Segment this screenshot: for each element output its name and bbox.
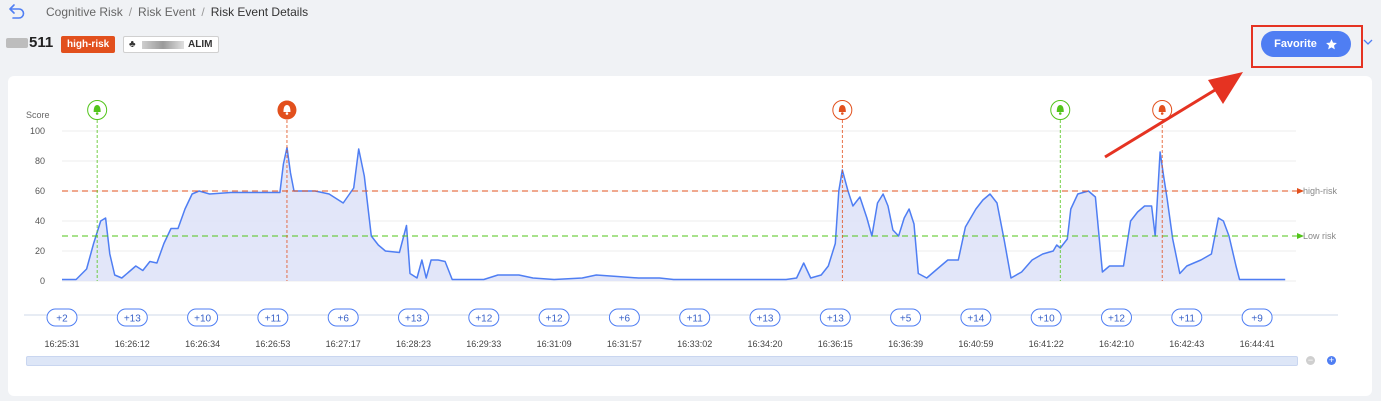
x-tick-label: 16:31:57 — [607, 339, 642, 349]
breadcrumb-item-risk-event[interactable]: Risk Event — [138, 5, 195, 19]
timeline-scrollbar[interactable] — [26, 356, 1298, 366]
user-group-icon: ♣ — [129, 39, 136, 50]
event-count-label: +5 — [900, 314, 912, 325]
annotation-arrow — [1104, 72, 1243, 159]
y-tick-label: 40 — [35, 216, 45, 226]
x-tick-label: 16:29:33 — [466, 339, 501, 349]
breadcrumb-separator: / — [201, 5, 205, 19]
event-count-label: +13 — [757, 314, 774, 325]
risk-level-badge: high-risk — [61, 36, 116, 53]
favorite-label: Favorite — [1274, 38, 1317, 50]
y-tick-label: 60 — [35, 186, 45, 196]
x-tick-label: 16:26:53 — [255, 339, 290, 349]
x-tick-label: 16:26:34 — [185, 339, 220, 349]
bell-clapper — [95, 112, 99, 115]
event-count-label: +12 — [1108, 314, 1125, 325]
star-icon — [1325, 38, 1337, 49]
event-count-label: +10 — [1038, 314, 1055, 325]
user-tag[interactable]: ♣ ALIM — [123, 36, 219, 53]
y-tick-label: 100 — [30, 126, 45, 136]
x-tick-label: 16:27:17 — [326, 339, 361, 349]
y-tick-label: 0 — [40, 276, 45, 286]
x-tick-label: 16:36:39 — [888, 339, 923, 349]
event-count-label: +10 — [194, 314, 211, 325]
x-tick-label: 16:44:41 — [1240, 339, 1275, 349]
event-count-label: +12 — [475, 314, 492, 325]
x-tick-label: 16:26:12 — [115, 339, 150, 349]
event-count-label: +12 — [546, 314, 563, 325]
zoom-in-button[interactable]: + — [1327, 356, 1336, 365]
x-tick-label: 16:42:10 — [1099, 339, 1134, 349]
back-arrow-icon[interactable] — [8, 2, 26, 20]
x-tick-label: 16:36:15 — [818, 339, 853, 349]
breadcrumb-separator: / — [128, 5, 133, 19]
y-tick-label: 80 — [35, 156, 45, 166]
y-axis-label: Score — [26, 110, 50, 120]
event-id: 511 — [29, 34, 54, 51]
event-count-label: +13 — [405, 314, 422, 325]
bell-clapper — [841, 112, 844, 115]
redacted-user-mask — [142, 41, 184, 49]
breadcrumb-item-current: Risk Event Details — [210, 5, 309, 19]
breadcrumb-item-cognitive-risk[interactable]: Cognitive Risk — [46, 5, 123, 19]
chevron-down-icon[interactable] — [1362, 36, 1374, 48]
x-tick-label: 16:41:22 — [1029, 339, 1064, 349]
threshold-label: Low risk — [1303, 231, 1337, 241]
event-count-label: +11 — [1179, 314, 1196, 325]
event-count-label: +9 — [1251, 314, 1263, 325]
event-count-label: +2 — [56, 314, 68, 325]
breadcrumb: Cognitive Risk / Risk Event / Risk Event… — [46, 5, 308, 19]
x-tick-label: 16:31:09 — [537, 339, 572, 349]
event-count-label: +6 — [619, 314, 631, 325]
x-tick-label: 16:28:23 — [396, 339, 431, 349]
event-count-label: +13 — [124, 314, 141, 325]
bell-clapper — [1058, 112, 1062, 115]
event-count-label: +14 — [967, 314, 984, 325]
zoom-out-button[interactable]: − — [1306, 356, 1315, 365]
x-tick-label: 16:42:43 — [1169, 339, 1204, 349]
x-tick-label: 16:33:02 — [677, 339, 712, 349]
top-bar: Cognitive Risk / Risk Event / Risk Event… — [0, 0, 1381, 24]
user-name-suffix: ALIM — [188, 39, 213, 50]
x-tick-label: 16:25:31 — [44, 339, 79, 349]
event-count-label: +6 — [337, 314, 349, 325]
y-tick-label: 20 — [35, 246, 45, 256]
bell-clapper — [285, 112, 289, 115]
event-count-label: +13 — [827, 314, 844, 325]
x-tick-label: 16:40:59 — [958, 339, 993, 349]
event-count-label: +11 — [265, 314, 282, 325]
threshold-label: high-risk — [1303, 186, 1338, 196]
redacted-id-mask — [6, 38, 28, 48]
event-count-label: +11 — [687, 314, 704, 325]
x-tick-label: 16:34:20 — [747, 339, 782, 349]
favorite-button[interactable]: Favorite — [1261, 31, 1351, 57]
